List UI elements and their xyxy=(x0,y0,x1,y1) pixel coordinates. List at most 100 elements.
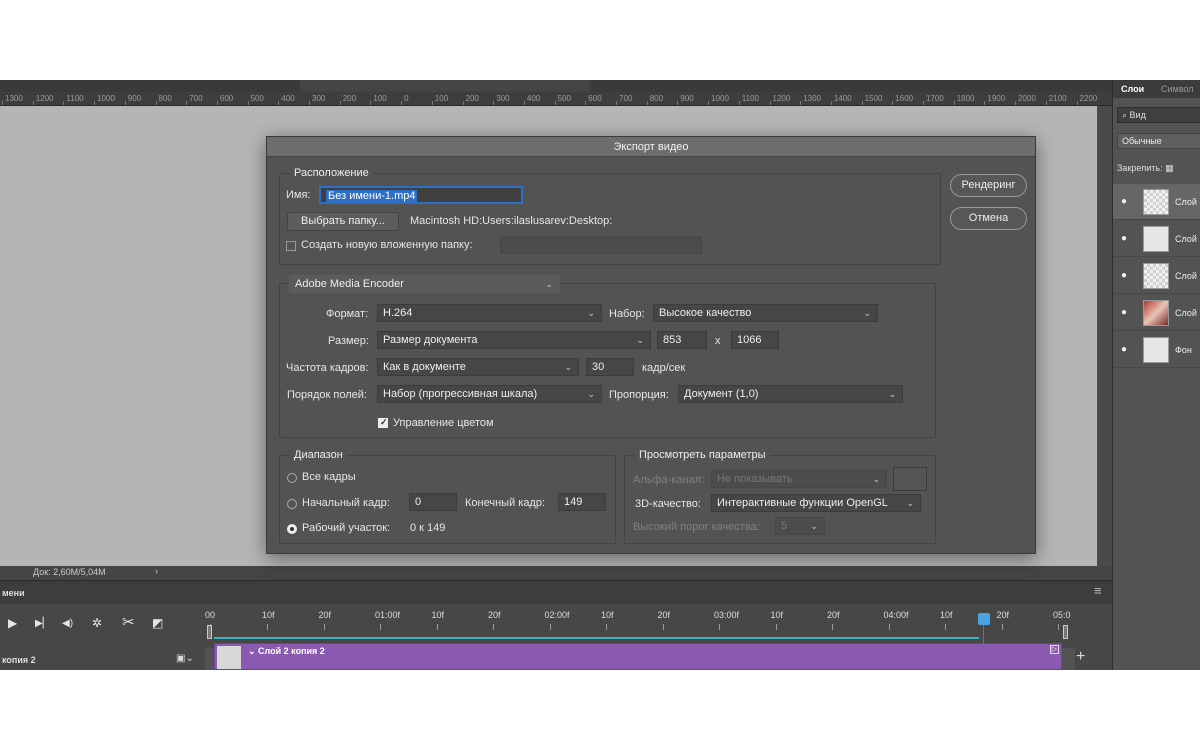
playhead-handle[interactable] xyxy=(978,613,990,625)
visibility-eye-icon[interactable]: ● xyxy=(1121,270,1127,281)
timeline-tick-mark xyxy=(775,624,777,630)
fps-unit: кадр/сек xyxy=(642,362,686,374)
fps-input[interactable]: 30 xyxy=(586,358,634,376)
transition-icon[interactable]: ◩ xyxy=(152,616,163,630)
work-area-radio[interactable] xyxy=(287,524,297,534)
timeline-clip[interactable]: ⌄ Слой 2 копия 2 ▷ xyxy=(214,643,1062,670)
timeline-frame-label: 20f xyxy=(996,610,1010,620)
timeline-frame-label: 20f xyxy=(657,610,671,620)
alpha-color-swatch[interactable] xyxy=(893,467,927,491)
timeline-frame-label: 10f xyxy=(262,610,275,620)
end-frame-input[interactable]: 149 xyxy=(558,493,606,511)
all-frames-radio[interactable] xyxy=(287,473,297,483)
layer-name: Слой xyxy=(1175,308,1197,318)
render-button[interactable]: Рендеринг xyxy=(950,174,1027,197)
layer-filter[interactable]: ⌕ Вид xyxy=(1117,107,1200,123)
ruler-tick-label: 2000 xyxy=(1018,94,1036,103)
color-management-checkbox[interactable] xyxy=(378,417,388,428)
split-scissors-icon[interactable]: ✂ xyxy=(122,613,135,631)
aspect-select[interactable]: Документ (1,0) ⌄ xyxy=(678,385,903,403)
layer-name: Слой xyxy=(1175,271,1197,281)
range-group: Диапазон Все кадры Начальный кадр: 0 Кон… xyxy=(279,449,616,544)
horizontal-ruler: 1300 1200 1100 1000 900 800 700 600 500 400 300 200… xyxy=(0,92,1112,106)
play-icon[interactable]: ▶ xyxy=(8,616,17,630)
ruler-tick-label: 900 xyxy=(680,94,694,103)
export-video-dialog: Экспорт видео Расположение Имя: Без имен… xyxy=(266,136,1036,554)
file-name-input[interactable]: Без имени-1.mp4 xyxy=(319,186,523,204)
format-select[interactable]: H.264 ⌄ xyxy=(377,304,602,322)
timeline-frame-label: 03:00f xyxy=(714,610,740,620)
timeline-ruler[interactable]: 00 10f 20f 01:00f 10f 20f 02:00f 10f 20f 03:00f 10… xyxy=(205,604,1075,648)
start-frame-label: Начальный кадр: xyxy=(302,497,390,509)
visibility-eye-icon[interactable]: ● xyxy=(1121,307,1127,318)
film-icon[interactable]: ▣⌄ xyxy=(176,653,194,664)
lock-transparency-icon[interactable]: ▦ xyxy=(1165,163,1174,173)
field-order-label: Порядок полей: xyxy=(287,389,367,401)
document-tabs xyxy=(0,80,1112,92)
ruler-tick-label: 300 xyxy=(496,94,510,103)
panel-menu-icon[interactable]: ≡ xyxy=(1094,583,1102,598)
visibility-eye-icon[interactable]: ● xyxy=(1121,233,1127,244)
field-order-select[interactable]: Набор (прогрессивная шкала) ⌄ xyxy=(377,385,602,403)
work-area-end-handle[interactable] xyxy=(1063,625,1068,639)
audio-icon[interactable]: ◀) xyxy=(62,618,73,629)
ruler-tick-label: 600 xyxy=(219,94,234,103)
width-input[interactable]: 853 xyxy=(657,331,707,349)
start-frame-input[interactable]: 0 xyxy=(409,493,457,511)
height-input[interactable]: 1066 xyxy=(731,331,779,349)
ruler-tick-label: 1400 xyxy=(833,94,852,103)
layer-row[interactable]: ● Слой xyxy=(1113,184,1200,220)
tab-character[interactable]: Символ xyxy=(1161,84,1193,94)
panel-tabs: Слои Символ xyxy=(1113,80,1200,98)
timeline-frame-label: 05:0 xyxy=(1053,610,1071,620)
work-area-bar[interactable] xyxy=(214,637,979,639)
preset-label: Набор: xyxy=(609,308,645,320)
timeline-layer-header[interactable]: копия 2 ▣⌄ xyxy=(0,648,205,670)
settings-gear-icon[interactable]: ✲ xyxy=(92,616,102,630)
layer-row[interactable]: ● Фон xyxy=(1113,332,1200,368)
blend-mode-select[interactable]: Обычные xyxy=(1117,133,1200,149)
choose-folder-button[interactable]: Выбрать папку... xyxy=(287,212,399,231)
add-media-icon[interactable]: + xyxy=(1076,648,1085,666)
photoshop-window: 1300 1200 1100 1000 900 800 700 600 500 400 300 200… xyxy=(0,80,1200,670)
encoder-select[interactable]: Adobe Media Encoder ⌄ xyxy=(289,275,560,293)
alpha-select[interactable]: Не показывать ⌄ xyxy=(711,470,887,488)
status-bar: Док: 2,60M/5,04M › xyxy=(0,566,1112,580)
quality3d-select[interactable]: Интерактивные функции OpenGL ⌄ xyxy=(711,494,921,512)
color-management-label: Управление цветом xyxy=(393,417,494,429)
subfolder-checkbox[interactable] xyxy=(286,241,296,251)
document-tab[interactable] xyxy=(600,80,800,92)
ruler-tick-label: 100 xyxy=(434,94,449,103)
document-tab-active[interactable] xyxy=(300,80,590,92)
work-area-start-handle[interactable] xyxy=(207,625,212,639)
ruler-tick-label: 100 xyxy=(373,94,387,103)
hq-threshold-select[interactable]: 5 ⌄ xyxy=(775,517,825,535)
status-arrow-icon[interactable]: › xyxy=(155,566,158,576)
canvas-scrollbar[interactable] xyxy=(1097,106,1112,566)
size-select[interactable]: Размер документа ⌄ xyxy=(377,331,651,349)
playhead-line xyxy=(983,625,984,670)
ruler-tick-label: 800 xyxy=(158,94,172,103)
visibility-eye-icon[interactable]: ● xyxy=(1121,344,1127,355)
ruler-tick-label: 2100 xyxy=(1048,94,1067,103)
hq-threshold-label: Высокий порог качества: xyxy=(633,521,760,533)
layer-name: Слой xyxy=(1175,197,1197,207)
clip-end-icon[interactable]: ▷ xyxy=(1050,645,1059,654)
visibility-eye-icon[interactable]: ● xyxy=(1121,196,1127,207)
preset-select[interactable]: Высокое качество ⌄ xyxy=(653,304,878,322)
layer-row[interactable]: ● Слой xyxy=(1113,221,1200,257)
tab-layers[interactable]: Слои xyxy=(1121,84,1144,94)
timeline-frame-label: 04:00f xyxy=(883,610,909,620)
document-tab[interactable] xyxy=(4,80,294,92)
fps-mode-select[interactable]: Как в документе ⌄ xyxy=(377,358,579,376)
layer-row[interactable]: ● Слой xyxy=(1113,295,1200,331)
start-frame-radio[interactable] xyxy=(287,499,297,509)
alpha-label: Альфа-канал: xyxy=(633,474,705,486)
location-group: Расположение Имя: Без имени-1.mp4 Выбрат… xyxy=(279,167,941,265)
cancel-button[interactable]: Отмена xyxy=(950,207,1027,230)
quality3d-label: 3D-качество: xyxy=(635,498,701,510)
subfolder-input[interactable] xyxy=(500,236,702,254)
step-forward-icon[interactable]: ▶▏ xyxy=(35,618,50,629)
layer-name: Фон xyxy=(1175,345,1192,355)
layer-row[interactable]: ● Слой xyxy=(1113,258,1200,294)
